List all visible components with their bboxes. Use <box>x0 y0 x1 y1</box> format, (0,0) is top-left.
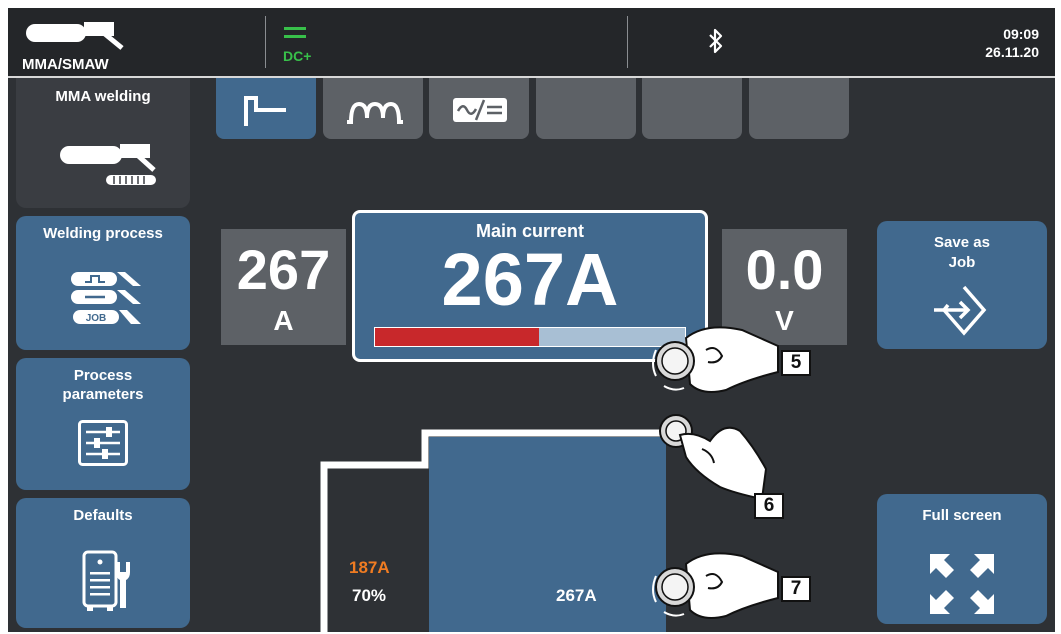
bluetooth-icon[interactable] <box>708 28 724 54</box>
process-job-icon: JOB <box>71 272 141 324</box>
callout-marker: 5 <box>781 350 811 376</box>
main-current-area <box>429 437 666 632</box>
tab-empty-5[interactable] <box>642 78 742 139</box>
graph-main-current-label: 267A <box>556 586 597 605</box>
voltage-value: 0.0 <box>745 238 824 301</box>
electrode-icon <box>60 144 156 185</box>
main-current-bar <box>374 327 686 347</box>
header-divider <box>265 16 266 68</box>
save-job-icon <box>934 285 987 336</box>
process-label: MMA/SMAW <box>22 56 109 73</box>
full-screen-label: Full screen <box>922 507 1002 524</box>
main-current-value: 267A <box>441 238 619 321</box>
welding-process-label: Welding process <box>43 225 163 242</box>
clock-time: 09:09 <box>1003 26 1039 42</box>
machine-wrench-icon <box>82 550 130 611</box>
welder-screen: MMA/SMAW DC+ 09:09 26.11.20 MMA welding <box>8 8 1055 632</box>
dc-icon <box>284 27 306 38</box>
callout-marker: 7 <box>781 576 811 602</box>
step-characteristic-icon <box>244 96 286 126</box>
knob-turn-hand-icon <box>652 552 779 619</box>
polarity-label: DC+ <box>283 48 312 64</box>
main-current-bar-fill <box>375 328 540 346</box>
save-as-job-button[interactable]: Save as Job <box>877 221 1047 349</box>
pulse-icon <box>347 101 403 124</box>
process-parameters-label: Process parameters <box>62 367 144 403</box>
expand-icon <box>930 554 994 614</box>
tab-pulse[interactable] <box>323 78 423 139</box>
mode-title: MMA welding <box>55 88 151 105</box>
defaults-label: Defaults <box>73 507 133 524</box>
process-parameters-button[interactable]: Process parameters <box>16 358 190 490</box>
tab-ac-dc[interactable] <box>429 78 529 139</box>
start-current-percent: 70% <box>352 586 387 605</box>
current-readout: 267 A <box>221 229 346 345</box>
full-screen-button[interactable]: Full screen <box>877 494 1047 624</box>
sliders-icon <box>78 420 128 466</box>
electrode-holder-icon <box>26 22 124 50</box>
callout-marker: 6 <box>754 493 784 519</box>
clock-date: 26.11.20 <box>985 44 1039 60</box>
knob-turn-hand-icon <box>652 326 779 393</box>
defaults-button[interactable]: Defaults <box>16 498 190 628</box>
status-bar: MMA/SMAW DC+ 09:09 26.11.20 <box>8 8 1055 78</box>
welding-process-button[interactable]: Welding process JOB <box>16 216 190 350</box>
tab-empty-6[interactable] <box>749 78 849 139</box>
save-as-job-label: Save as Job <box>934 234 990 271</box>
tab-step-characteristic[interactable] <box>216 78 316 139</box>
current-unit: A <box>273 305 294 336</box>
tab-empty-4[interactable] <box>536 78 636 139</box>
current-value: 267 <box>236 238 331 301</box>
svg-text:JOB: JOB <box>86 313 107 324</box>
ac-dc-icon <box>453 98 507 122</box>
start-current-label: 187A <box>349 558 390 577</box>
knob-press-hand-icon <box>659 414 768 501</box>
header-divider <box>627 16 628 68</box>
current-mode-panel: MMA welding <box>16 78 190 208</box>
